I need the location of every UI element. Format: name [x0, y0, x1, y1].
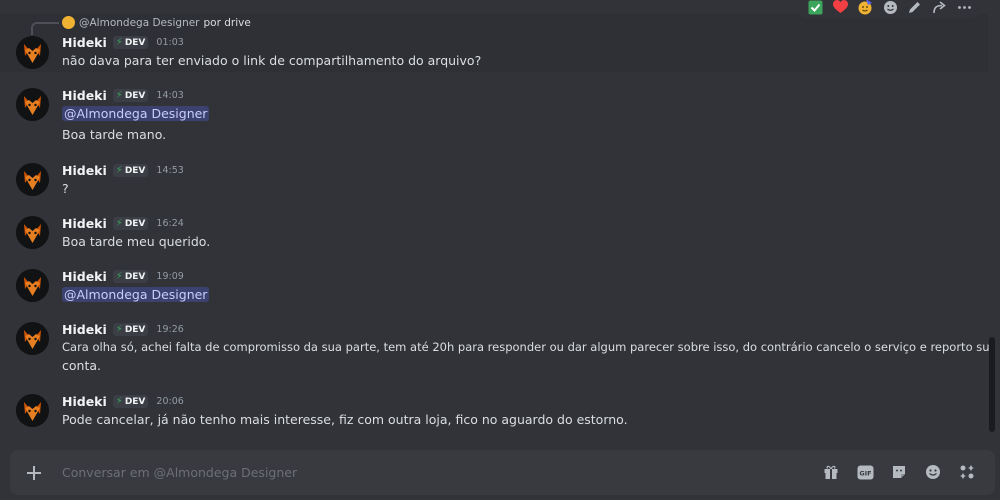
author-name[interactable]: Hideki [62, 35, 107, 50]
dev-tag: ⚡ DEV [112, 270, 149, 283]
add-attachment-button[interactable] [22, 461, 46, 485]
bolt-icon: ⚡ [115, 324, 123, 335]
tag-label: DEV [124, 90, 146, 101]
message-text: Boa tarde meu querido. [62, 234, 211, 249]
tag-label: DEV [124, 218, 146, 229]
bolt-icon: ⚡ [115, 90, 123, 101]
tag-label: DEV [124, 271, 146, 282]
more-icon[interactable] [956, 0, 972, 15]
bolt-icon: ⚡ [115, 37, 123, 48]
reply-author[interactable]: @Almondega Designer [79, 17, 200, 29]
reply-spine [31, 22, 59, 35]
bolt-icon: ⚡ [115, 218, 123, 229]
message-text: Pode cancelar, já não tenho mais interes… [62, 412, 628, 427]
user-avatar[interactable] [16, 163, 49, 196]
forward-icon[interactable] [932, 0, 948, 15]
mention-line: @Almondega Designer [62, 287, 210, 302]
message-text: Cara olha só, achei falta de compromisso… [62, 340, 990, 354]
user-avatar[interactable] [16, 216, 49, 249]
user-avatar[interactable] [16, 394, 49, 427]
reply-preview[interactable]: @Almondega Designer por drive [62, 16, 251, 29]
tag-label: DEV [124, 324, 146, 335]
user-avatar[interactable] [16, 322, 49, 355]
author-name[interactable]: Hideki [62, 394, 107, 409]
timestamp: 19:26 [156, 324, 184, 335]
dev-tag: ⚡ DEV [112, 323, 149, 336]
user-avatar[interactable] [16, 36, 49, 69]
timestamp: 14:53 [156, 165, 184, 176]
author-name[interactable]: Hideki [62, 163, 107, 178]
user-avatar[interactable] [16, 88, 49, 121]
dev-tag: ⚡ DEV [112, 217, 149, 230]
user-mention[interactable]: @Almondega Designer [62, 287, 210, 302]
bolt-icon: ⚡ [115, 271, 123, 282]
author-name[interactable]: Hideki [62, 216, 107, 231]
heart-emoji-icon[interactable] [833, 0, 849, 15]
mention-line: @Almondega Designer [62, 106, 210, 121]
gift-icon[interactable] [821, 462, 841, 482]
message-text: não dava para ter enviado o link de comp… [62, 53, 482, 68]
sticker-icon[interactable] [889, 462, 909, 482]
emoji-icon[interactable] [923, 462, 943, 482]
input-actions: GIF [821, 462, 977, 482]
bolt-icon: ⚡ [115, 396, 123, 407]
tag-label: DEV [124, 37, 146, 48]
message-text: Boa tarde mano. [62, 127, 167, 142]
tag-label: DEV [124, 165, 146, 176]
dev-tag: ⚡ DEV [112, 164, 149, 177]
user-avatar[interactable] [16, 269, 49, 302]
bolt-icon: ⚡ [115, 165, 123, 176]
dev-tag: ⚡ DEV [112, 395, 149, 408]
dev-tag: ⚡ DEV [112, 36, 149, 49]
add-reaction-icon[interactable] [882, 0, 898, 15]
author-name[interactable]: Hideki [62, 88, 107, 103]
timestamp: 01:03 [156, 37, 184, 48]
reply-text: por drive [203, 16, 251, 29]
timestamp: 19:09 [156, 271, 184, 282]
message-text: ? [62, 181, 69, 196]
scrollbar-thumb[interactable] [989, 337, 995, 432]
message-text-continued: conta. [62, 358, 101, 373]
gif-icon[interactable]: GIF [855, 462, 875, 482]
timestamp: 16:24 [156, 218, 184, 229]
timestamp: 14:03 [156, 90, 184, 101]
tag-label: DEV [124, 396, 146, 407]
apps-icon[interactable] [957, 462, 977, 482]
message-list[interactable]: @Almondega Designer por drive Hideki ⚡ D… [0, 0, 990, 445]
check-emoji-icon[interactable] [808, 0, 824, 15]
author-name[interactable]: Hideki [62, 269, 107, 284]
message-input[interactable]: Conversar em @Almondega Designer [62, 465, 297, 480]
svg-text:GIF: GIF [859, 469, 871, 477]
user-mention[interactable]: @Almondega Designer [62, 106, 210, 121]
party-face-emoji-icon[interactable] [857, 0, 873, 15]
message-input-bar: Conversar em @Almondega Designer GIF [10, 450, 995, 495]
dev-tag: ⚡ DEV [112, 89, 149, 102]
reply-avatar [62, 16, 75, 29]
author-name[interactable]: Hideki [62, 322, 107, 337]
edit-icon[interactable] [907, 0, 923, 15]
message-action-toolbar [800, 0, 980, 18]
timestamp: 20:06 [156, 396, 184, 407]
